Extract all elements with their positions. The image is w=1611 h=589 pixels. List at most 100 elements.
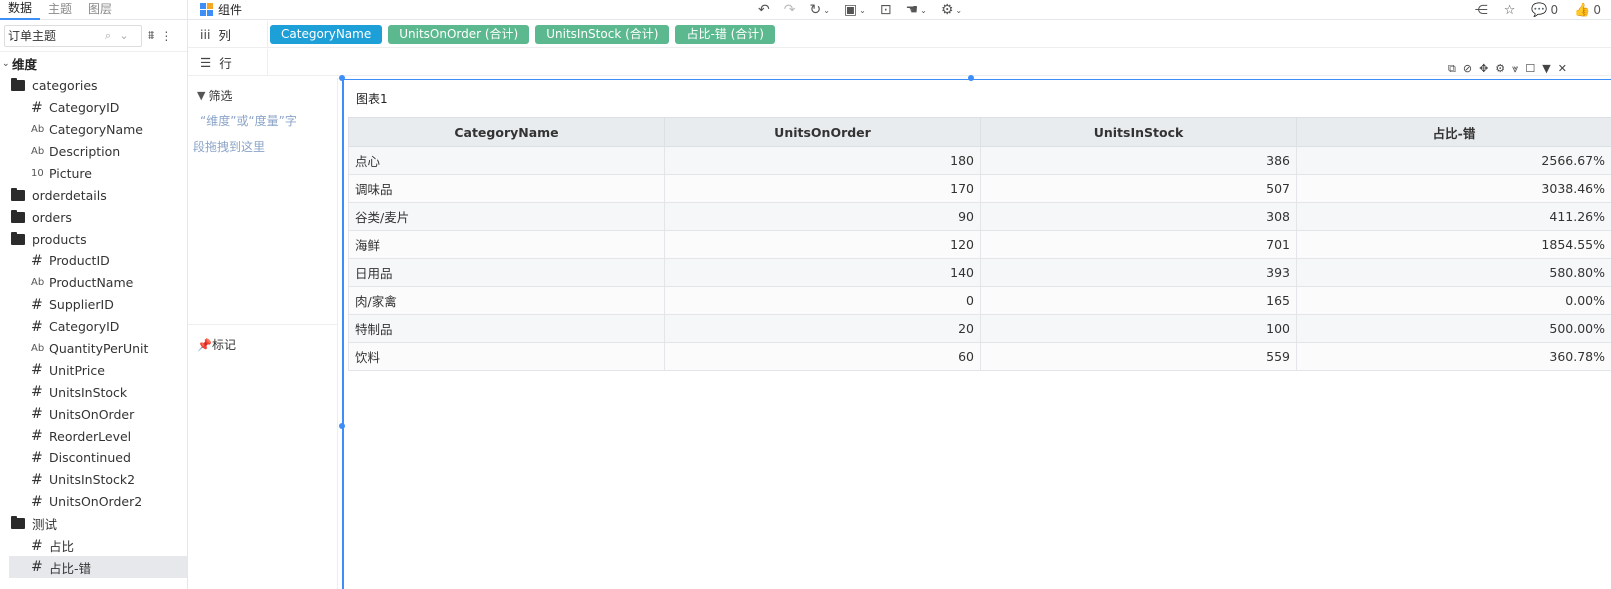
field-item[interactable]: # UnitPrice	[0, 359, 187, 381]
table-cell[interactable]: 360.78%	[1296, 342, 1611, 371]
caret-down-icon[interactable]: ▼	[1542, 62, 1550, 76]
field-item[interactable]: Ab ProductName	[0, 272, 187, 294]
table-cell[interactable]: 20	[664, 314, 981, 343]
table-cell[interactable]: 411.26%	[1296, 202, 1611, 231]
resize-handle[interactable]	[339, 423, 345, 429]
column-header[interactable]: UnitsInStock	[980, 117, 1297, 147]
table-cell[interactable]: 0.00%	[1296, 286, 1611, 315]
dataset-search-bar: ⌕ ⌄ ⩩ ⋮	[0, 20, 187, 52]
field-item[interactable]: Ab Description	[0, 141, 187, 163]
field-item[interactable]: Ab QuantityPerUnit	[0, 338, 187, 360]
table-cell[interactable]: 386	[980, 146, 1297, 175]
folder-orders[interactable]: orders	[0, 206, 187, 228]
gear-icon[interactable]: ⚙	[1495, 62, 1505, 76]
field-item[interactable]: # CategoryID	[0, 97, 187, 119]
table-cell[interactable]: 肉/家禽	[348, 286, 665, 315]
field-item[interactable]: # UnitsOnOrder	[0, 403, 187, 425]
table-cell[interactable]: 100	[980, 314, 1297, 343]
pill-unitsinstock[interactable]: UnitsInStock (合计)	[535, 24, 670, 44]
redo-icon[interactable]: ↷	[784, 2, 796, 18]
resize-handle[interactable]	[339, 75, 345, 81]
table-cell[interactable]: 0	[664, 286, 981, 315]
field-item[interactable]: # UnitsInStock2	[0, 469, 187, 491]
field-item[interactable]: # CategoryID	[0, 316, 187, 338]
more-options-icon[interactable]: ⋮	[160, 29, 172, 43]
table-cell[interactable]: 3038.46%	[1296, 174, 1611, 203]
table-cell[interactable]: 165	[980, 286, 1297, 315]
preview-icon[interactable]: ⊡	[880, 2, 892, 18]
share-icon[interactable]: ⋲	[1475, 3, 1488, 18]
star-icon[interactable]: ☆	[1504, 3, 1516, 18]
table-cell[interactable]: 特制品	[348, 314, 665, 343]
save-button[interactable]: ▣ ⌄	[844, 2, 866, 18]
like-button[interactable]: 👍 0	[1574, 3, 1601, 18]
field-item-selected[interactable]: # 占比-错	[9, 556, 187, 579]
settings-button[interactable]: ⚙ ⌄	[941, 2, 962, 18]
table-cell[interactable]: 调味品	[348, 174, 665, 203]
table-cell[interactable]: 701	[980, 230, 1297, 259]
table-cell[interactable]: 580.80%	[1296, 258, 1611, 287]
dataset-select[interactable]: ⌕ ⌄	[4, 24, 142, 47]
table-cell[interactable]: 120	[664, 230, 981, 259]
column-header[interactable]: 占比-错	[1296, 117, 1611, 147]
field-item[interactable]: # ProductID	[0, 250, 187, 272]
field-item[interactable]: # ReorderLevel	[0, 425, 187, 447]
table-cell[interactable]: 500.00%	[1296, 314, 1611, 343]
table-cell[interactable]: 2566.67%	[1296, 146, 1611, 175]
filter-drop-zone[interactable]: “维度”或“度量”字 段拖拽到这里	[193, 108, 333, 160]
tree-section-dimensions[interactable]: ⌄ 维度	[0, 53, 187, 75]
chevron-down-icon[interactable]: ⌄	[116, 29, 132, 42]
field-item[interactable]: Ab CategoryName	[0, 119, 187, 141]
field-filter-icon[interactable]: ⩩	[148, 28, 154, 43]
folder-orderdetails[interactable]: orderdetails	[0, 184, 187, 206]
folder-label: categories	[32, 78, 98, 94]
dataset-search-input[interactable]	[8, 28, 100, 43]
resize-handle[interactable]	[968, 75, 974, 81]
table-cell[interactable]: 点心	[348, 146, 665, 175]
refresh-button[interactable]: ↻ ⌄	[809, 2, 829, 18]
drill-icon[interactable]: ⊘	[1463, 62, 1472, 76]
maximize-icon[interactable]: ☐	[1525, 62, 1535, 76]
table-cell[interactable]: 谷类/麦片	[348, 202, 665, 231]
tab-data[interactable]: 数据	[0, 0, 41, 20]
field-item[interactable]: # Discontinued	[0, 447, 187, 469]
interaction-button[interactable]: ☚ ⌄	[906, 2, 927, 18]
components-button[interactable]: 组件	[200, 1, 242, 18]
chart-type-icon[interactable]: ⧉	[1448, 62, 1456, 76]
pill-categoryname[interactable]: CategoryName	[270, 24, 383, 44]
table-cell[interactable]: 507	[980, 174, 1297, 203]
field-item[interactable]: 10 Picture	[0, 162, 187, 184]
field-item[interactable]: # UnitsInStock	[0, 381, 187, 403]
table-cell[interactable]: 60	[664, 342, 981, 371]
close-icon[interactable]: ✕	[1558, 62, 1567, 76]
folder-test[interactable]: 测试	[0, 513, 187, 535]
field-item[interactable]: # 占比	[0, 535, 187, 557]
table-cell[interactable]: 饮料	[348, 342, 665, 371]
table-cell[interactable]: 393	[980, 258, 1297, 287]
table-cell[interactable]: 559	[980, 342, 1297, 371]
mark-title[interactable]: 📌标记	[197, 336, 236, 353]
move-icon[interactable]: ✥	[1479, 62, 1488, 76]
field-item[interactable]: # SupplierID	[0, 294, 187, 316]
folder-categories[interactable]: categories	[0, 75, 187, 97]
column-header[interactable]: UnitsOnOrder	[664, 117, 981, 147]
pill-unitsonorder[interactable]: UnitsOnOrder (合计)	[388, 24, 530, 44]
field-item[interactable]: # UnitsOnOrder2	[0, 491, 187, 513]
table-cell[interactable]: 308	[980, 202, 1297, 231]
table-cell[interactable]: 180	[664, 146, 981, 175]
table-cell[interactable]: 170	[664, 174, 981, 203]
pill-ratio-wrong[interactable]: 占比-错 (合计)	[675, 24, 775, 44]
table-cell[interactable]: 海鲜	[348, 230, 665, 259]
table-cell[interactable]: 90	[664, 202, 981, 231]
table-cell[interactable]: 1854.55%	[1296, 230, 1611, 259]
folder-products[interactable]: products	[0, 228, 187, 250]
table-cell[interactable]: 140	[664, 258, 981, 287]
field-label: SupplierID	[49, 297, 114, 313]
comments-button[interactable]: 💬 0	[1531, 3, 1558, 18]
filter-icon[interactable]: ⩔	[1512, 62, 1518, 76]
undo-icon[interactable]: ↶	[758, 2, 770, 18]
table-cell[interactable]: 日用品	[348, 258, 665, 287]
tab-theme[interactable]: 主题	[40, 0, 80, 19]
tab-layers[interactable]: 图层	[80, 0, 120, 19]
column-header[interactable]: CategoryName	[348, 117, 665, 147]
